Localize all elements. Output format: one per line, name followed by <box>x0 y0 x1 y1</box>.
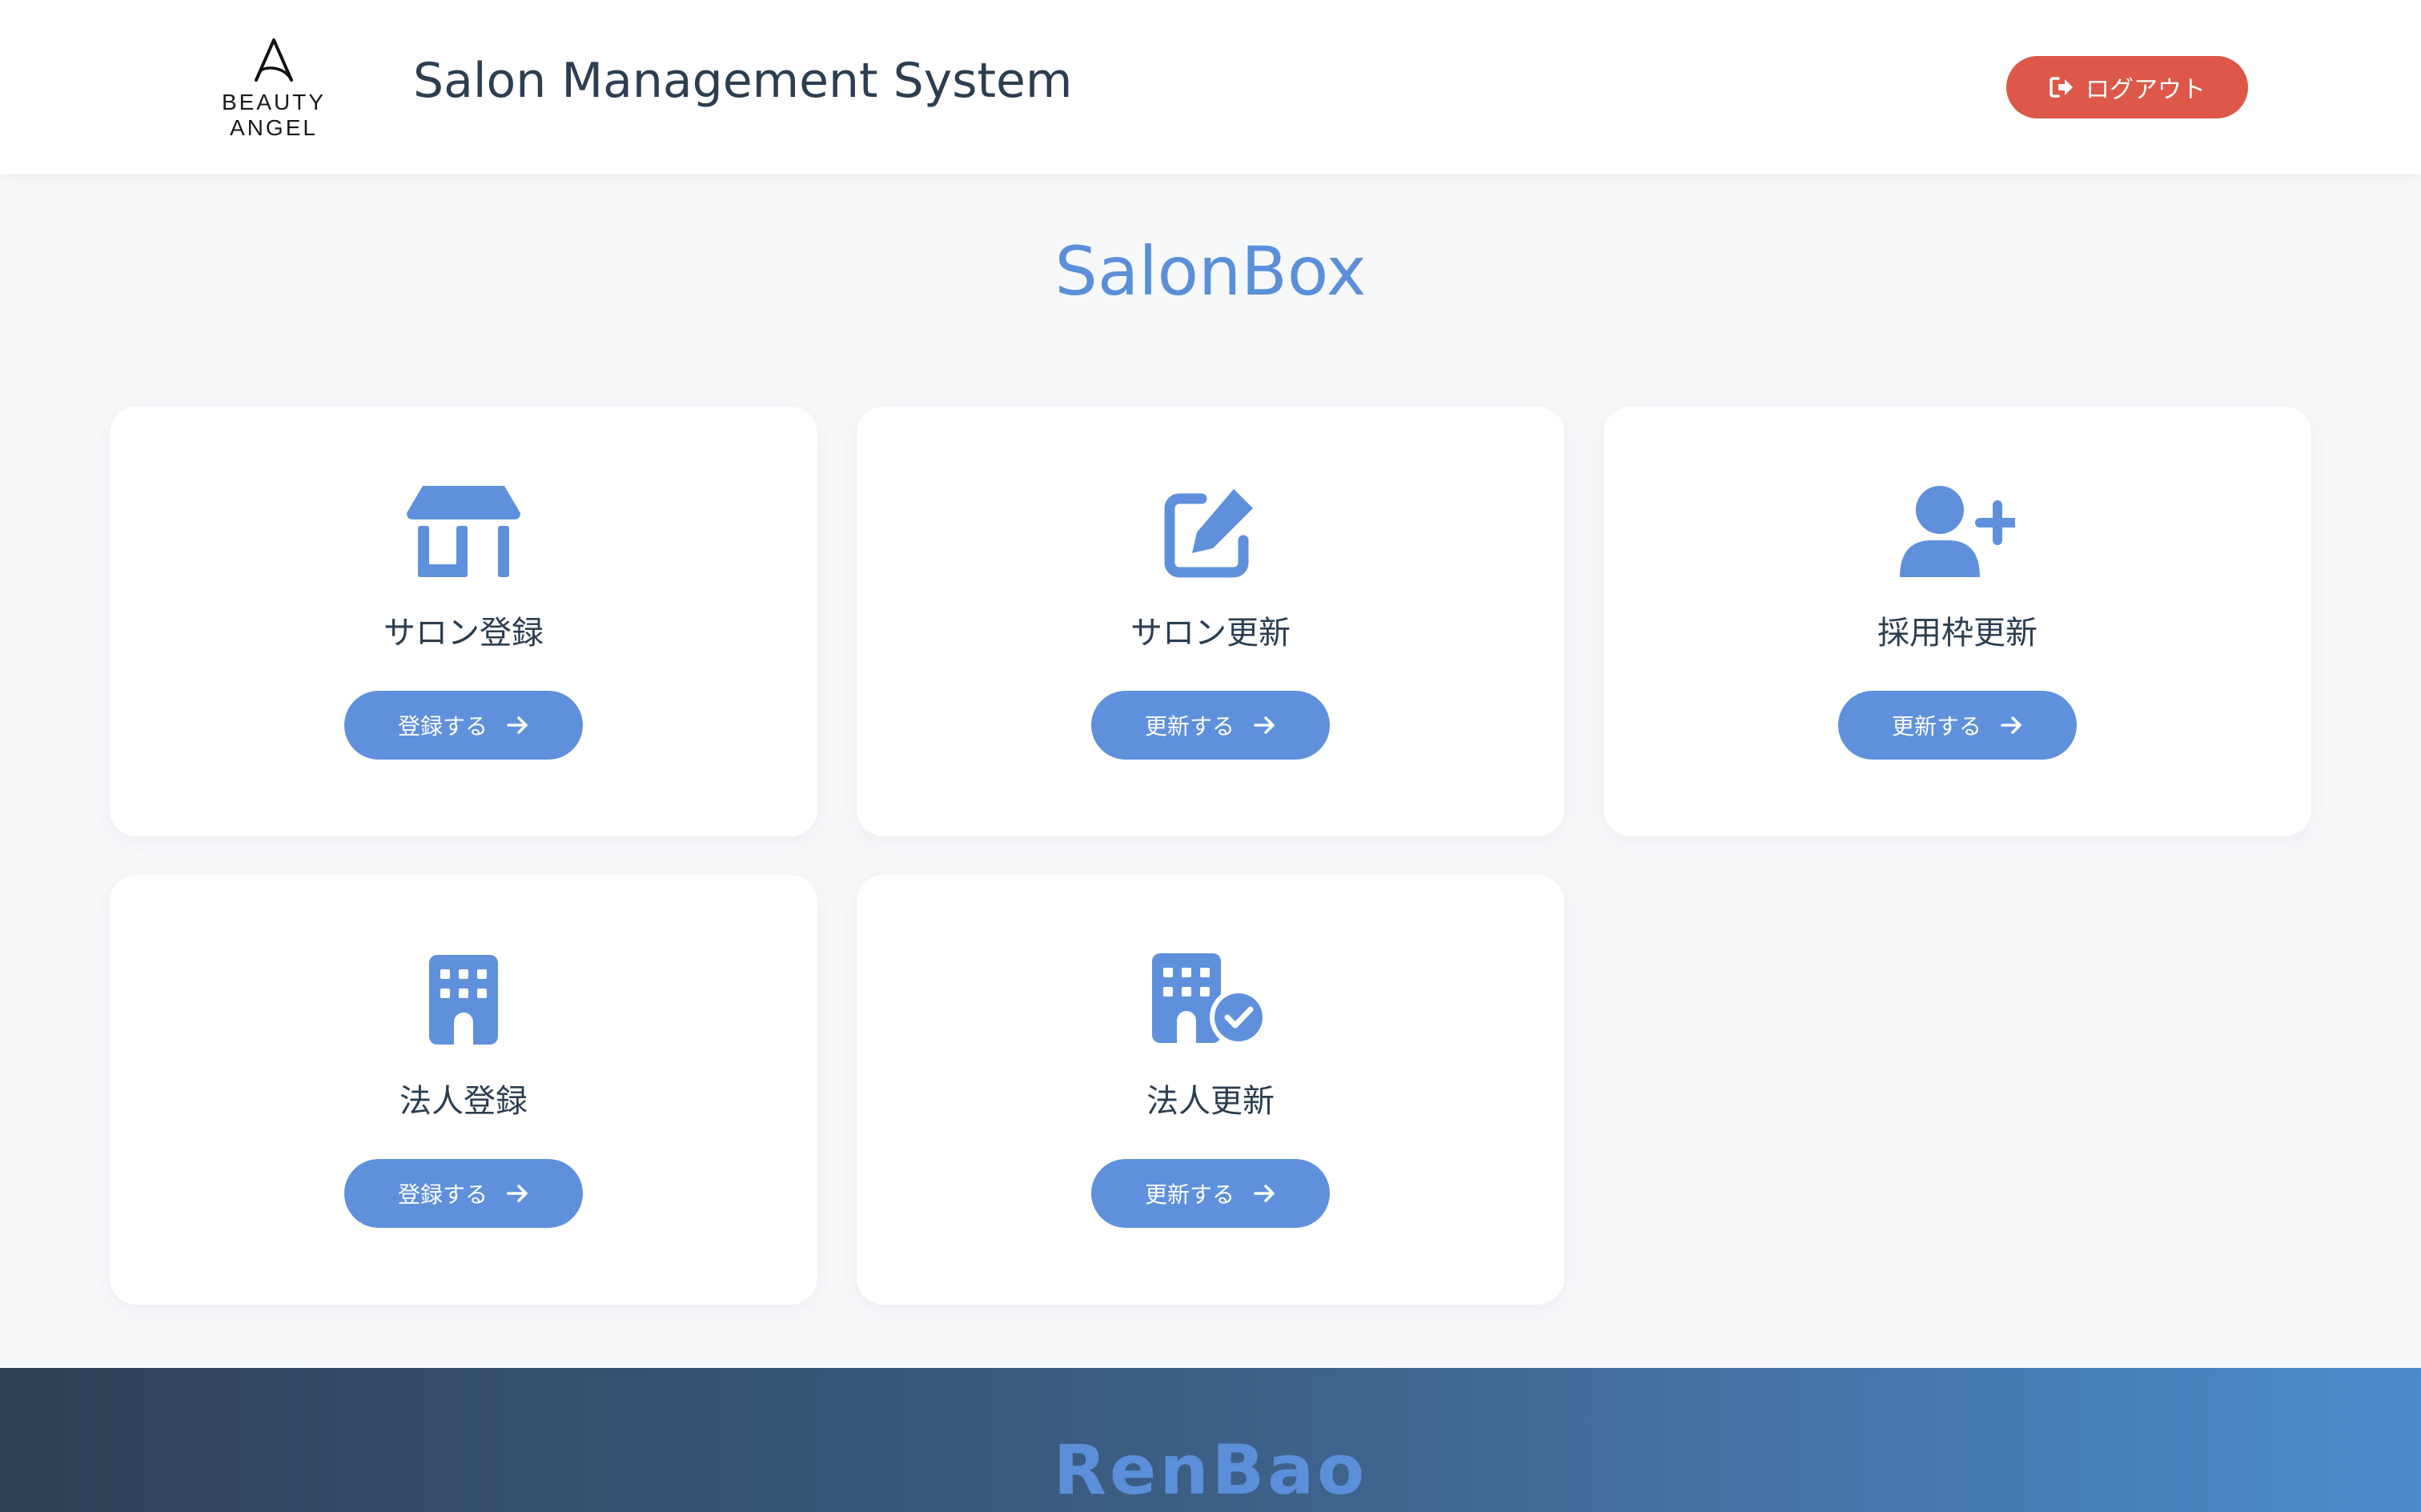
edit-icon <box>857 483 1564 580</box>
button-label: 更新する <box>1891 713 1981 740</box>
card-recruitment-update: 採用枠更新 更新する <box>1604 407 2311 836</box>
footer: RenBao <box>0 1368 2421 1512</box>
building-check-icon <box>857 952 1564 1048</box>
page-title: SalonBox <box>1054 232 1367 311</box>
button-label: 更新する <box>1144 713 1235 740</box>
button-label: 登録する <box>397 1181 488 1208</box>
card-salon-update: サロン更新 更新する <box>857 407 1564 836</box>
card-corporation-register: 法人登録 登録する <box>110 875 817 1305</box>
card-corporation-update: 法人更新 更新する <box>857 875 1564 1305</box>
header: BEAUTY ANGEL Salon Management System ログア… <box>0 0 2421 174</box>
arrow-right-icon <box>507 1185 528 1202</box>
store-icon <box>110 483 817 580</box>
logout-label: ログアウト <box>2086 76 2206 104</box>
beauty-angel-logo-icon <box>255 38 293 82</box>
footer-brand: RenBao <box>1053 1430 1368 1510</box>
card-label: 法人更新 <box>1146 1083 1275 1120</box>
update-recruitment-button[interactable]: 更新する <box>1838 691 2077 760</box>
arrow-right-icon <box>2001 716 2022 734</box>
logout-button[interactable]: ログアウト <box>2006 56 2248 118</box>
register-salon-button[interactable]: 登録する <box>344 691 583 760</box>
sign-out-icon <box>2050 77 2073 98</box>
card-label: サロン登録 <box>383 615 544 652</box>
arrow-right-icon <box>1254 716 1275 734</box>
user-plus-icon <box>1604 483 2311 580</box>
card-salon-register: サロン登録 登録する <box>110 407 817 836</box>
register-corporation-button[interactable]: 登録する <box>344 1159 583 1228</box>
arrow-right-icon <box>1254 1185 1275 1202</box>
button-label: 登録する <box>397 713 488 740</box>
building-icon <box>110 952 817 1048</box>
card-label: サロン更新 <box>1130 615 1291 652</box>
card-label: 採用枠更新 <box>1877 615 2038 652</box>
update-corporation-button[interactable]: 更新する <box>1091 1159 1330 1228</box>
card-label: 法人登録 <box>399 1083 528 1120</box>
app-title: Salon Management System <box>413 53 1073 109</box>
button-label: 更新する <box>1144 1181 1235 1208</box>
update-salon-button[interactable]: 更新する <box>1091 691 1330 760</box>
arrow-right-icon <box>507 716 528 734</box>
logo-text: BEAUTY ANGEL <box>221 90 327 140</box>
beauty-angel-logo[interactable]: BEAUTY ANGEL <box>181 35 367 140</box>
